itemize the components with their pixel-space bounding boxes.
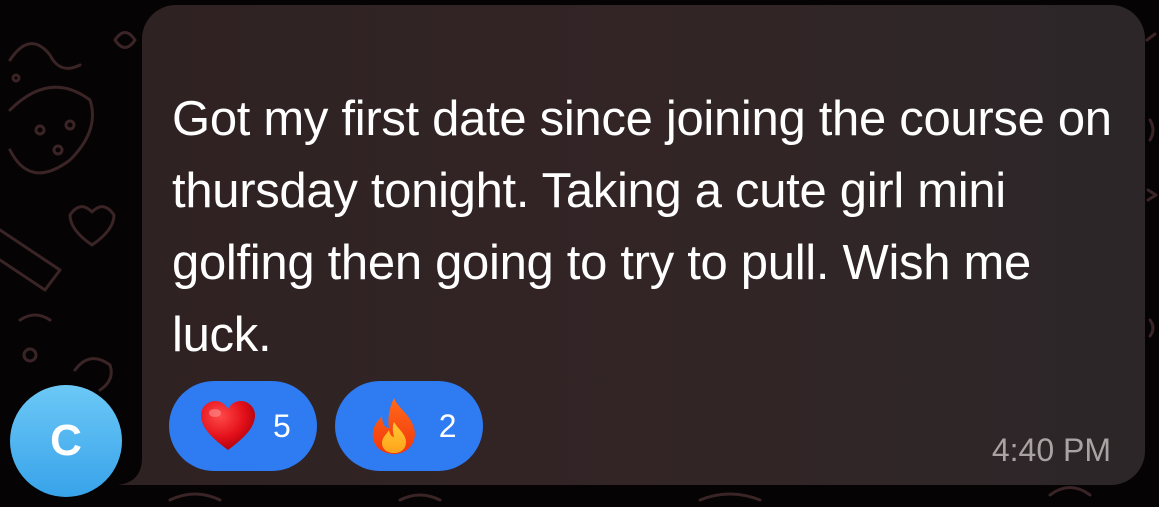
heart-icon (197, 395, 259, 457)
avatar[interactable]: C (10, 385, 122, 497)
message-bubble[interactable]: Got my first date since joining the cour… (142, 5, 1145, 485)
fire-icon (363, 395, 425, 457)
reaction-fire[interactable]: 2 (334, 381, 483, 471)
reaction-count: 5 (273, 408, 291, 444)
message-timestamp: 4:40 PM (991, 432, 1111, 468)
chat-view: Got my first date since joining the cour… (0, 0, 1159, 507)
reaction-count: 2 (438, 408, 457, 444)
reactions-bar: 5 2 (169, 381, 483, 471)
avatar-initial: C (50, 416, 82, 465)
message-text: Got my first date since joining the cour… (172, 92, 1112, 362)
reaction-heart[interactable]: 5 (169, 381, 317, 471)
